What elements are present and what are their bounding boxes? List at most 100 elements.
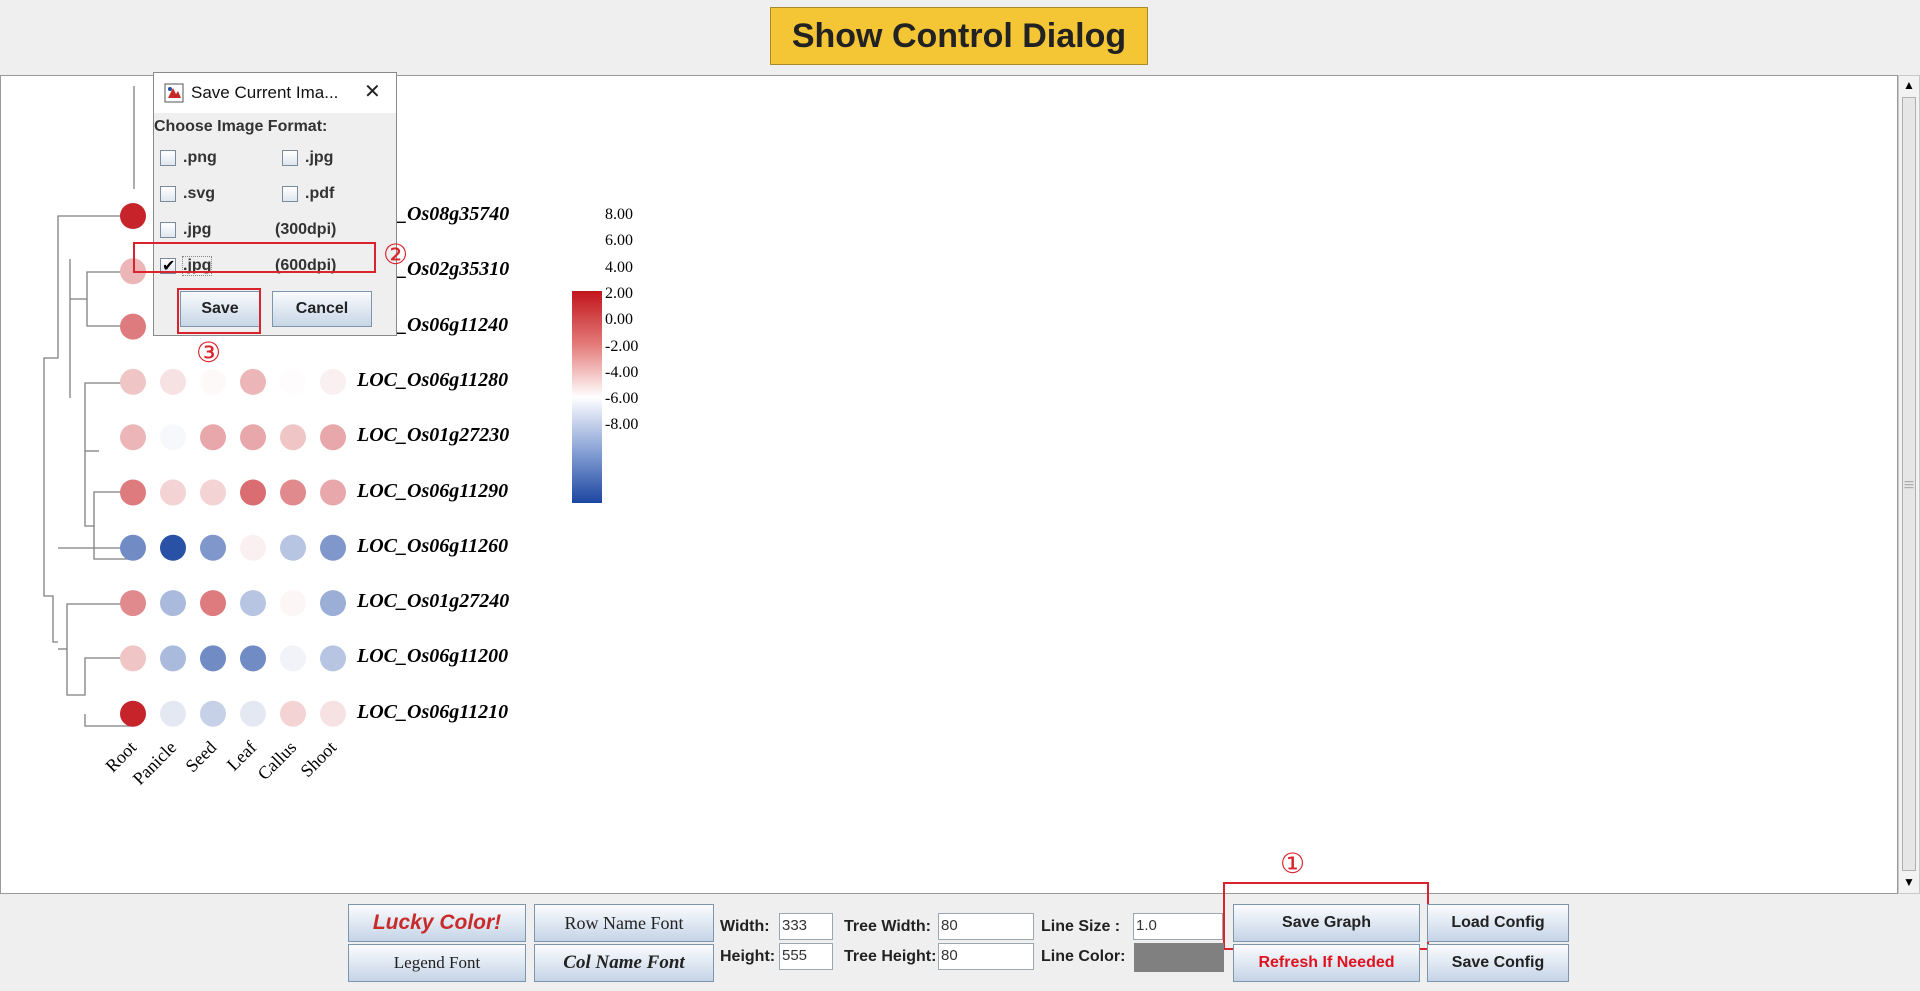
heatmap-cell — [280, 479, 306, 506]
annotation-box-jpg600 — [133, 242, 376, 273]
heatmap-cell — [200, 424, 226, 451]
height-input[interactable]: 555 — [779, 943, 833, 970]
step-1-marker: ① — [1280, 847, 1306, 880]
heatmap-cell — [120, 368, 146, 395]
heatmap-cell — [240, 479, 266, 506]
width-label: Width: — [720, 918, 770, 935]
step-3-marker: ③ — [196, 336, 222, 369]
heatmap-cell — [120, 479, 146, 506]
heatmap-cell — [160, 424, 186, 451]
heatmap-cell — [160, 645, 186, 672]
legend-tick-label: 0.00 — [605, 311, 633, 329]
heatmap-cell — [320, 424, 346, 451]
heatmap-cell — [320, 700, 346, 727]
heatmap-cell — [280, 590, 306, 617]
height-label: Height: — [720, 948, 776, 965]
line-color-label: Line Color: — [1041, 948, 1126, 965]
legend-tick-label: 6.00 — [605, 232, 633, 250]
svg-checkbox[interactable] — [160, 186, 176, 202]
legend-tick-label: 4.00 — [605, 258, 633, 276]
scroll-thumb[interactable]: — — — — [1902, 97, 1916, 871]
jpg-option-label: .jpg — [305, 149, 334, 166]
gene-label: LOC_Os06g11280 — [357, 368, 509, 391]
heatmap-cell — [120, 424, 146, 451]
heatmap-cell — [200, 700, 226, 727]
save-config-button[interactable]: Save Config — [1427, 944, 1569, 982]
heatmap-cell — [200, 479, 226, 506]
tree-width-label: Tree Width: — [844, 918, 931, 935]
width-input[interactable]: 333 — [779, 913, 833, 940]
legend-tick-label: -4.00 — [605, 363, 639, 381]
heatmap-cell — [280, 645, 306, 672]
gene-label: LOC_Os06g11210 — [357, 700, 509, 723]
legend-tick-label: -8.00 — [605, 416, 639, 434]
color-legend-bar — [572, 291, 602, 503]
dialog-title-bar[interactable]: Save Current Ima... ✕ — [154, 73, 396, 113]
jpg300-dpi-label: (300dpi) — [275, 221, 337, 238]
heatmap-cell — [240, 700, 266, 727]
line-size-label: Line Size : — [1041, 918, 1121, 935]
gene-label: LOC_Os06g11200 — [357, 645, 509, 668]
gene-label: LOC_Os01g27230 — [357, 424, 510, 447]
heatmap-cell — [280, 368, 306, 395]
vertical-scrollbar[interactable]: ▲ — — — ▼ — [1898, 75, 1920, 894]
gene-label: LOC_Os01g27240 — [357, 590, 510, 613]
tree-height-input[interactable]: 80 — [938, 943, 1034, 970]
heatmap-cell — [280, 700, 306, 727]
legend-tick-label: -6.00 — [605, 390, 639, 408]
heatmap-cell — [160, 590, 186, 617]
heatmap-cell — [320, 368, 346, 395]
heatmap-cell — [120, 534, 146, 561]
heatmap-cell — [200, 590, 226, 617]
gene-label: LOC_Os06g11260 — [357, 534, 509, 557]
heatmap-cell — [160, 534, 186, 561]
heatmap-cell — [200, 534, 226, 561]
png-option-label: .png — [183, 149, 217, 166]
tree-width-input[interactable]: 80 — [938, 913, 1034, 940]
legend-font-button[interactable]: Legend Font — [348, 944, 526, 982]
java-app-icon — [164, 83, 184, 103]
show-control-dialog-button[interactable]: Show Control Dialog — [770, 7, 1148, 65]
close-icon[interactable]: ✕ — [364, 79, 381, 103]
svg-option-label: .svg — [183, 185, 216, 202]
load-config-button[interactable]: Load Config — [1427, 904, 1569, 942]
heatmap-cell — [240, 368, 266, 395]
scroll-down-icon[interactable]: ▼ — [1899, 873, 1919, 891]
heatmap-cell — [120, 203, 146, 229]
refresh-button[interactable]: Refresh If Needed — [1233, 944, 1420, 982]
pdf-option-label: .pdf — [305, 185, 335, 202]
dialog-cancel-button[interactable]: Cancel — [272, 291, 372, 327]
dialog-title: Save Current Ima... — [191, 83, 339, 102]
jpg-checkbox[interactable] — [282, 150, 298, 166]
heatmap-cell — [320, 534, 346, 561]
heatmap-cell — [120, 700, 146, 727]
heatmap-cell — [240, 424, 266, 451]
line-size-input[interactable]: 1.0 — [1133, 913, 1223, 940]
heatmap-cell — [320, 479, 346, 506]
heatmap-cell — [280, 534, 306, 561]
line-color-swatch[interactable] — [1134, 943, 1224, 972]
format-prompt: Choose Image Format: — [154, 118, 328, 135]
tree-height-label: Tree Height: — [844, 948, 937, 965]
heatmap-cell — [200, 368, 226, 395]
save-graph-button[interactable]: Save Graph — [1233, 904, 1420, 942]
annotation-box-save — [177, 288, 261, 334]
heatmap-cell — [200, 645, 226, 672]
col-name-font-button[interactable]: Col Name Font — [534, 944, 714, 982]
heatmap-cell — [240, 645, 266, 672]
heatmap-cell — [160, 368, 186, 395]
jpg300-checkbox[interactable] — [160, 222, 176, 238]
scroll-up-icon[interactable]: ▲ — [1899, 76, 1919, 94]
gene-label: LOC_Os06g11290 — [357, 479, 509, 502]
heatmap-cell — [240, 590, 266, 617]
row-name-font-button[interactable]: Row Name Font — [534, 904, 714, 942]
legend-tick-label: 8.00 — [605, 206, 633, 223]
heatmap-cell — [120, 645, 146, 672]
legend-tick-label: -2.00 — [605, 337, 639, 355]
png-checkbox[interactable] — [160, 150, 176, 166]
lucky-color-button[interactable]: Lucky Color! — [348, 904, 526, 942]
heatmap-cell — [160, 479, 186, 506]
heatmap-cell — [160, 700, 186, 727]
pdf-checkbox[interactable] — [282, 186, 298, 202]
legend-tick-label: 2.00 — [605, 284, 633, 302]
